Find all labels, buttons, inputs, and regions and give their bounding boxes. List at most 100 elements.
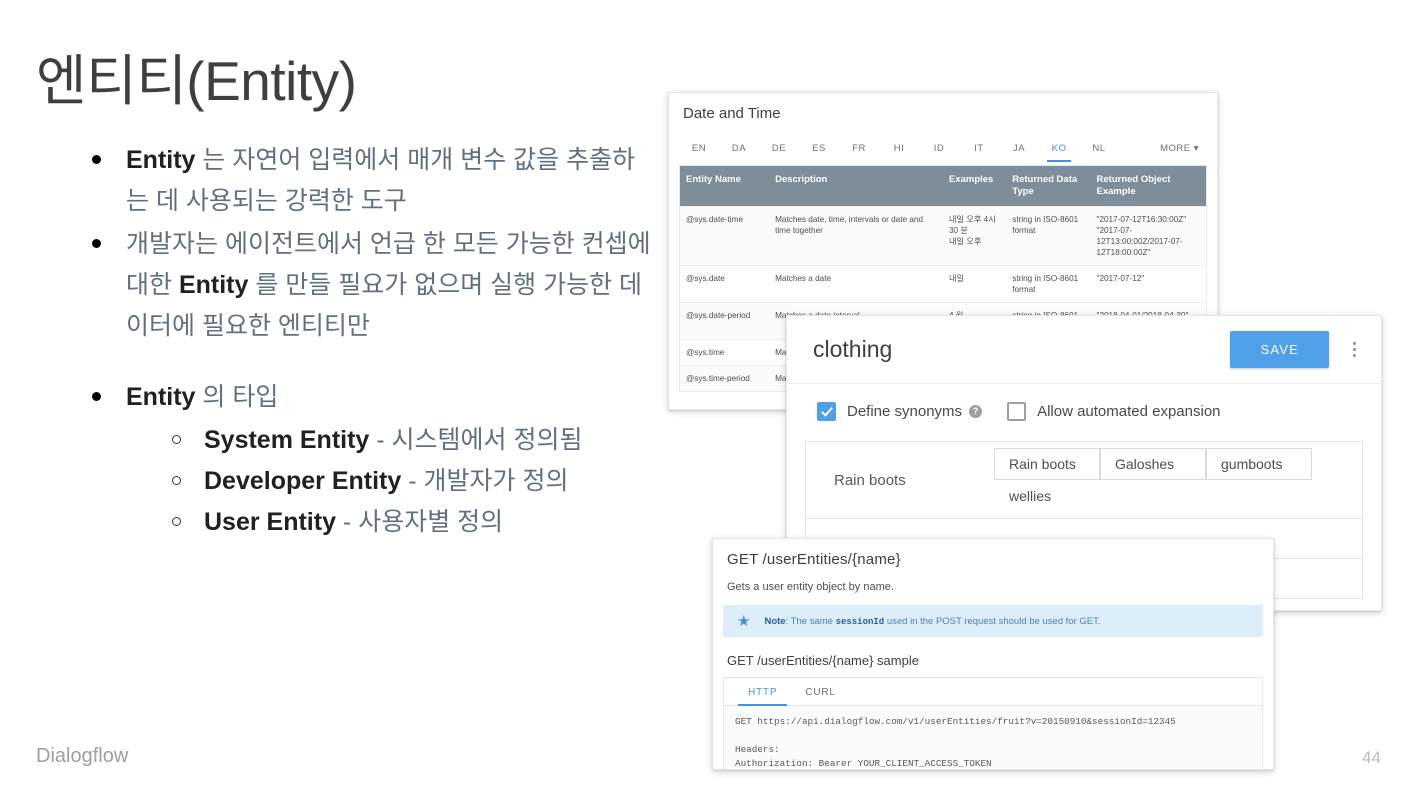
define-synonyms-checkbox[interactable] — [817, 402, 836, 421]
bullet-dot-icon — [92, 239, 101, 248]
note-prefix: : The same — [785, 615, 836, 627]
bullet-list: Entity 는 자연어 입력에서 매개 변수 값을 추출하는 데 사용되는 강… — [36, 140, 656, 543]
subbullet-3-strong: User Entity — [204, 508, 336, 536]
cell-entity-name: @sys.time-period — [679, 365, 770, 392]
tab-curl[interactable]: CURL — [791, 678, 849, 705]
cell-entity-name: @sys.date-time — [679, 206, 770, 266]
synonym-reference-value[interactable]: Rain boots — [834, 472, 994, 489]
entity-header-actions: SAVE — [1230, 331, 1363, 368]
table-header-row: Entity Name Description Examples Returne… — [679, 166, 1207, 207]
cell-description: Matches date, time, intervals or date an… — [769, 206, 943, 266]
api-note-callout: ★ Note: The same sessionId used in the P… — [723, 605, 1263, 637]
synonym-row: Rain boots Rain boots Galoshes gumboots … — [806, 442, 1362, 518]
subbullet-1-text: - 시스템에서 정의됨 — [369, 426, 583, 454]
bullet-3-strong: Entity — [126, 383, 196, 411]
subbullet-ring-icon — [172, 435, 181, 444]
cell-description: Matches a date — [769, 265, 943, 303]
bullet-item-1: Entity 는 자연어 입력에서 매개 변수 값을 추출하는 데 사용되는 강… — [36, 140, 656, 222]
lang-tab-ja[interactable]: JA — [999, 143, 1039, 161]
col-header-description: Description — [769, 166, 943, 207]
synonym-chip[interactable]: wellies — [994, 480, 1100, 512]
synonym-chip[interactable]: Galoshes — [1100, 448, 1206, 480]
cell-examples: 내일 오후 4시 30 분 내일 오후 — [942, 206, 1007, 266]
entity-editor-header: clothing SAVE — [787, 316, 1381, 384]
lang-tab-it[interactable]: IT — [959, 143, 999, 161]
entity-name-field[interactable]: clothing — [813, 336, 892, 363]
cell-type: string in ISO-8601 format — [1006, 265, 1091, 303]
cell-object: "2017-07-12T16:30:00Z" "2017-07-12T13:00… — [1090, 206, 1207, 266]
lang-tab-nl[interactable]: NL — [1079, 143, 1119, 161]
kebab-dot — [1352, 354, 1356, 357]
subbullet-item-system-entity: System Entity - 시스템에서 정의됨 — [36, 420, 656, 461]
allow-automated-expansion-label: Allow automated expansion — [1037, 403, 1221, 420]
bullet-item-2: 개발자는 에이전트에서 언급 한 모든 가능한 컨셉에 대한 Entity 를 … — [36, 224, 656, 347]
code-sample-box: HTTP CURL GET https://api.dialogflow.com… — [723, 677, 1263, 769]
save-button[interactable]: SAVE — [1230, 331, 1329, 368]
bullet-2-strong: Entity — [178, 271, 249, 299]
lang-tab-fr[interactable]: FR — [839, 143, 879, 161]
bullet-1-text: 는 자연어 입력에서 매개 변수 값을 추출하는 데 사용되는 강력한 도구 — [126, 146, 636, 215]
page-number: 44 — [1362, 748, 1381, 767]
table-row: @sys.date-time Matches date, time, inter… — [679, 206, 1207, 266]
cell-entity-name: @sys.date-period — [679, 302, 770, 340]
subbullet-item-user-entity: User Entity - 사용자별 정의 — [36, 502, 656, 543]
lang-tab-es[interactable]: ES — [799, 143, 839, 161]
synonym-chip[interactable]: Rain boots — [994, 448, 1100, 480]
bullet-spacer — [36, 349, 656, 377]
date-and-time-title: Date and Time — [683, 105, 781, 122]
col-header-entity-name: Entity Name — [679, 166, 770, 207]
subbullet-ring-icon — [172, 476, 181, 485]
language-tab-bar: EN DA DE ES FR HI ID IT JA KO NL MORE ▾ — [679, 138, 1207, 166]
api-sample-heading: GET /userEntities/{name} sample — [727, 653, 919, 668]
note-label: Note — [764, 615, 786, 627]
more-options-icon[interactable] — [1345, 342, 1363, 357]
bullet-3-text: 의 타입 — [195, 383, 279, 411]
lang-tab-en[interactable]: EN — [679, 143, 719, 161]
code-sample-text: GET https://api.dialogflow.com/v1/userEn… — [724, 706, 1262, 769]
code-tab-bar: HTTP CURL — [724, 678, 1262, 706]
col-header-returned-object-example: Returned Object Example — [1090, 166, 1207, 207]
kebab-dot — [1352, 348, 1356, 351]
note-suffix: used in the POST request should be used … — [884, 615, 1101, 627]
cell-entity-name: @sys.date — [679, 265, 770, 303]
synonym-chip[interactable]: gumboots — [1206, 448, 1312, 480]
bullet-item-3: Entity 의 타입 — [36, 377, 656, 418]
subbullet-2-text: - 개발자가 정의 — [401, 467, 569, 495]
note-code: sessionId — [835, 616, 885, 627]
help-icon[interactable]: ? — [969, 405, 983, 418]
cell-entity-name: @sys.time — [679, 339, 770, 366]
tab-http[interactable]: HTTP — [734, 678, 791, 706]
subbullet-1-strong: System Entity — [204, 426, 370, 454]
col-header-examples: Examples — [942, 166, 1007, 207]
lang-tab-ko[interactable]: KO — [1039, 143, 1079, 162]
star-icon: ★ — [737, 613, 751, 630]
lang-tab-id[interactable]: ID — [919, 143, 959, 161]
subbullet-item-developer-entity: Developer Entity - 개발자가 정의 — [36, 461, 656, 502]
lang-more-dropdown[interactable]: MORE ▾ — [1160, 143, 1207, 161]
table-header: Entity Name Description Examples Returne… — [679, 166, 1207, 207]
bullet-dot-icon — [92, 155, 101, 164]
bullet-dot-icon — [92, 392, 101, 401]
entity-options-row: Define synonyms ? Allow automated expans… — [787, 384, 1381, 437]
cell-examples: 내일 — [942, 265, 1007, 303]
subbullet-2-strong: Developer Entity — [204, 467, 402, 495]
api-endpoint-description: Gets a user entity object by name. — [727, 581, 894, 593]
cell-type: string in ISO-8601 format — [1006, 206, 1091, 266]
api-endpoint-heading: GET /userEntities/{name} — [727, 551, 901, 568]
allow-automated-expansion-checkbox[interactable] — [1007, 402, 1027, 421]
subbullet-ring-icon — [172, 517, 181, 526]
bullet-1-strong: Entity — [126, 146, 196, 174]
lang-more-label: MORE — [1160, 142, 1191, 154]
define-synonyms-label: Define synonyms — [847, 403, 963, 420]
lang-tab-da[interactable]: DA — [719, 143, 759, 161]
lang-tab-hi[interactable]: HI — [879, 143, 919, 161]
brand-label: Dialogflow — [36, 745, 129, 767]
subbullet-3-text: - 사용자별 정의 — [335, 508, 504, 536]
synonym-chip-group: Rain boots Galoshes gumboots wellies — [994, 448, 1354, 512]
lang-tab-de[interactable]: DE — [759, 143, 799, 161]
table-row: @sys.date Matches a date 내일 string in IS… — [679, 265, 1207, 303]
api-note-text: Note: The same sessionId used in the POS… — [764, 616, 1100, 627]
cell-object: "2017-07-12" — [1090, 265, 1207, 303]
col-header-returned-data-type: Returned Data Type — [1006, 166, 1091, 207]
chevron-down-icon: ▾ — [1193, 142, 1199, 154]
